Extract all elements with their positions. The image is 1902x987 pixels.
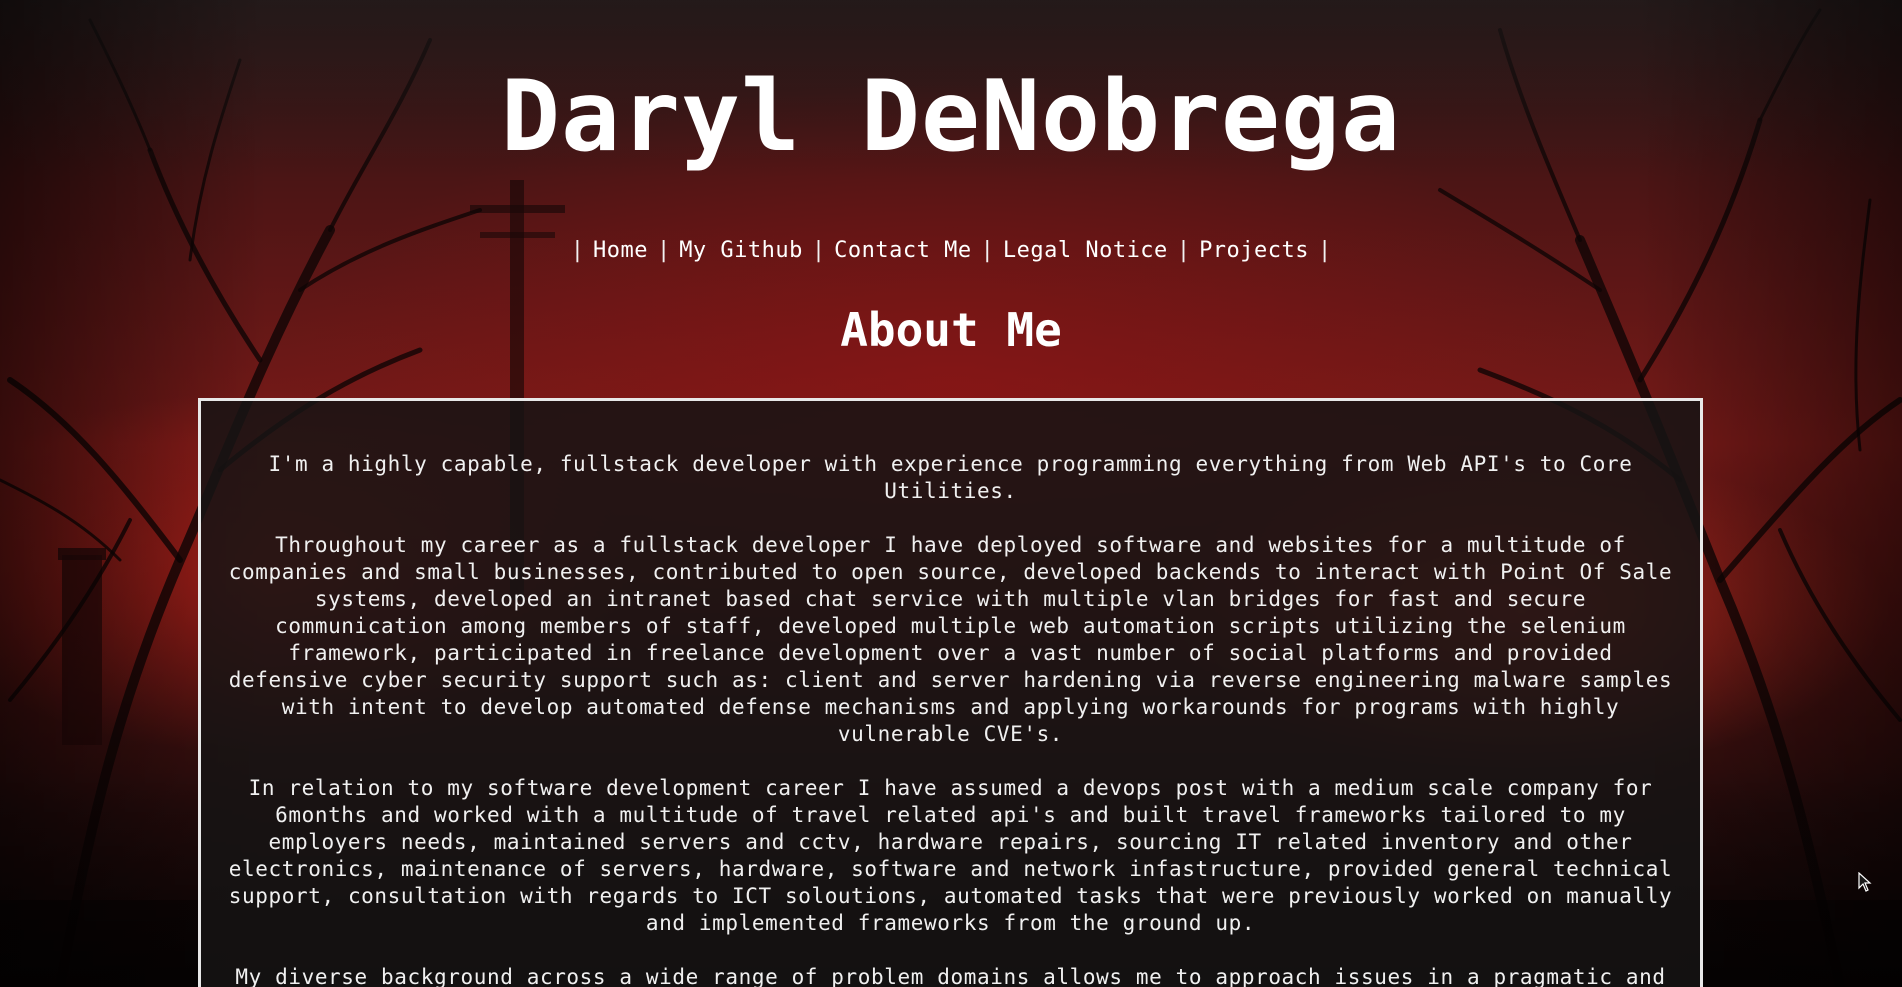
nav-link-github[interactable]: My Github: [679, 238, 803, 263]
nav-separator: |: [980, 238, 994, 263]
about-paragraph-background: My diverse background across a wide rang…: [235, 965, 1666, 987]
nav-link-projects[interactable]: Projects: [1199, 238, 1309, 263]
site-title: Daryl DeNobrega: [500, 60, 1401, 174]
about-content-box: I'm a highly capable, fullstack develope…: [198, 398, 1703, 987]
nav-separator: |: [1176, 238, 1191, 263]
about-paragraph-devops: In relation to my software development c…: [228, 776, 1673, 935]
about-heading: About Me: [840, 303, 1062, 357]
nav-separator: |: [656, 238, 671, 263]
about-paragraph-intro: I'm a highly capable, fullstack develope…: [268, 452, 1633, 503]
nav-separator: |: [570, 238, 584, 263]
nav-separator: |: [811, 238, 826, 263]
about-paragraph-career: Throughout my career as a fullstack deve…: [228, 533, 1673, 746]
nav-link-contact[interactable]: Contact Me: [834, 238, 971, 263]
mouse-cursor-icon: [1858, 872, 1872, 892]
main-nav: | Home | My Github | Contact Me | Legal Notice |…: [0, 236, 1902, 266]
nav-link-home[interactable]: Home: [593, 238, 648, 263]
nav-link-legal-notice[interactable]: Legal Notice: [1003, 238, 1168, 263]
nav-separator: |: [1318, 238, 1332, 263]
